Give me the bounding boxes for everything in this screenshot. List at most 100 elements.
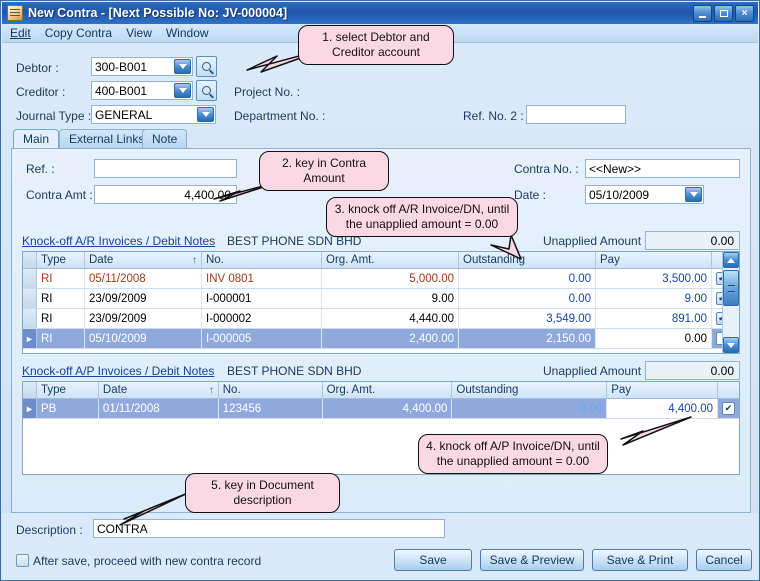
ar-col-date[interactable]: Date ↑ <box>85 252 202 268</box>
ar-unapplied-amount: 0.00 <box>645 231 740 250</box>
callout-5-tail <box>116 489 196 531</box>
ref-no-2-label: Ref. No. 2 : <box>463 109 524 123</box>
cancel-button[interactable]: Cancel <box>696 549 752 571</box>
cell-date: 23/09/2009 <box>85 289 202 308</box>
contra-no-value: <<New>> <box>589 162 641 176</box>
ap-unapplied-amount: 0.00 <box>645 361 740 380</box>
table-row[interactable]: RI 23/09/2009 I-000002 4,440.00 3,549.00… <box>23 309 739 329</box>
cell-type: RI <box>37 269 85 288</box>
ap-unapplied-label: Unapplied Amount : <box>543 364 648 378</box>
chevron-down-icon[interactable] <box>685 187 702 202</box>
tab-main[interactable]: Main <box>13 129 59 149</box>
cell-outstanding: 0.00 <box>459 269 596 288</box>
contra-no-label: Contra No. : <box>514 162 579 176</box>
knockoff-ar-link[interactable]: Knock-off A/R Invoices / Debit Notes <box>22 234 215 248</box>
cell-pay[interactable]: 0.00 <box>596 329 712 348</box>
ap-col-type[interactable]: Type <box>37 382 99 398</box>
scrollbar-thumb[interactable] <box>723 270 739 306</box>
maximize-button[interactable] <box>714 5 733 22</box>
creditor-label: Creditor : <box>16 85 65 99</box>
callout-1: 1. select Debtor and Creditor account <box>298 25 454 65</box>
chevron-down-icon[interactable] <box>174 83 191 98</box>
cell-type: PB <box>37 399 99 418</box>
date-picker[interactable]: 05/10/2009 <box>585 185 704 204</box>
debtor-combo[interactable]: 300-B001 <box>91 57 193 76</box>
cell-date: 01/11/2008 <box>99 399 219 418</box>
table-row[interactable]: ► RI 05/10/2009 I-000005 2,400.00 2,150.… <box>23 329 739 349</box>
menu-item-view[interactable]: View <box>126 26 152 40</box>
after-save-checkbox[interactable] <box>16 554 29 567</box>
cell-pay[interactable]: 3,500.00 <box>596 269 712 288</box>
project-no-label: Project No. : <box>234 85 300 99</box>
ap-col-pay[interactable]: Pay <box>607 382 718 398</box>
tab-external-links[interactable]: External Links <box>59 129 154 149</box>
menu-item-edit[interactable]: Edit <box>10 26 31 40</box>
ref-no-2-input[interactable] <box>526 105 626 124</box>
debtor-label: Debtor : <box>16 61 59 75</box>
menu-item-copy-contra[interactable]: Copy Contra <box>45 26 112 40</box>
cell-pay[interactable]: 891.00 <box>596 309 712 328</box>
cell-outstanding: 2,150.00 <box>459 329 596 348</box>
scroll-down-button[interactable] <box>723 337 739 353</box>
creditor-lookup-button[interactable] <box>196 80 217 101</box>
scroll-up-button[interactable] <box>723 252 739 268</box>
close-button[interactable]: × <box>735 5 754 22</box>
chevron-down-icon[interactable] <box>197 107 214 122</box>
cell-org-amt: 4,440.00 <box>322 309 459 328</box>
callout-2: 2. key in Contra Amount <box>259 151 389 191</box>
cell-no: INV 0801 <box>202 269 322 288</box>
minimize-button[interactable] <box>693 5 712 22</box>
tab-note[interactable]: Note <box>142 129 187 149</box>
table-row[interactable]: RI 23/09/2009 I-000001 9.00 0.00 9.00 <box>23 289 739 309</box>
ap-col-outstanding[interactable]: Outstanding <box>452 382 607 398</box>
creditor-combo[interactable]: 400-B001 <box>91 81 193 100</box>
check-icon[interactable] <box>722 402 735 415</box>
ar-col-type[interactable]: Type <box>37 252 85 268</box>
cell-date: 05/10/2009 <box>85 329 202 348</box>
description-label: Description : <box>16 523 83 537</box>
cell-date: 23/09/2009 <box>85 309 202 328</box>
cell-org-amt: 2,400.00 <box>322 329 459 348</box>
knockoff-ap-link[interactable]: Knock-off A/P Invoices / Debit Notes <box>22 364 214 378</box>
cell-no: I-000002 <box>202 309 322 328</box>
table-row[interactable]: RI 05/11/2008 INV 0801 5,000.00 0.00 3,5… <box>23 269 739 289</box>
journal-type-combo[interactable]: GENERAL <box>91 105 216 124</box>
ar-col-no[interactable]: No. <box>202 252 322 268</box>
ap-company-name: BEST PHONE SDN BHD <box>227 364 361 378</box>
cell-date: 05/11/2008 <box>85 269 202 288</box>
department-no-label: Department No. : <box>234 109 325 123</box>
cell-org-amt: 9.00 <box>322 289 459 308</box>
cell-type: RI <box>37 289 85 308</box>
ar-grid-scrollbar[interactable] <box>722 252 739 353</box>
search-icon <box>202 62 211 71</box>
ap-col-no[interactable]: No. <box>219 382 323 398</box>
ap-col-org-amt[interactable]: Org. Amt. <box>323 382 453 398</box>
window-controls: × <box>693 5 754 22</box>
callout-5: 5. key in Document description <box>185 473 340 513</box>
ap-col-date[interactable]: Date ↑ <box>99 382 219 398</box>
ar-unapplied-label: Unapplied Amount : <box>543 234 648 248</box>
row-indicator <box>23 269 37 288</box>
save-preview-button[interactable]: Save & Preview <box>480 549 584 571</box>
ref-input[interactable] <box>94 159 237 178</box>
cell-checkbox[interactable] <box>718 399 739 418</box>
debtor-lookup-button[interactable] <box>196 56 217 77</box>
chevron-down-icon[interactable] <box>174 59 191 74</box>
cell-no: I-000001 <box>202 289 322 308</box>
cell-pay[interactable]: 9.00 <box>596 289 712 308</box>
ar-invoice-grid[interactable]: Type Date ↑ No. Org. Amt. Outstanding Pa… <box>22 251 740 354</box>
journal-type-value: GENERAL <box>95 108 152 122</box>
callout-3: 3. knock off A/R Invoice/DN, until the u… <box>326 197 518 237</box>
save-button[interactable]: Save <box>394 549 472 571</box>
save-print-button[interactable]: Save & Print <box>592 549 688 571</box>
cell-outstanding: 0.00 <box>459 289 596 308</box>
title-bar: New Contra - [Next Possible No: JV-00000… <box>2 2 758 24</box>
ap-header-row-indicator <box>23 382 37 398</box>
row-indicator <box>23 289 37 308</box>
menu-item-window[interactable]: Window <box>166 26 209 40</box>
ar-col-pay[interactable]: Pay <box>596 252 712 268</box>
after-save-checkbox-label: After save, proceed with new contra reco… <box>33 554 261 568</box>
ap-col-check <box>718 382 739 398</box>
ap-grid-header: Type Date ↑ No. Org. Amt. Outstanding Pa… <box>23 382 739 399</box>
ref-label: Ref. : <box>26 162 55 176</box>
